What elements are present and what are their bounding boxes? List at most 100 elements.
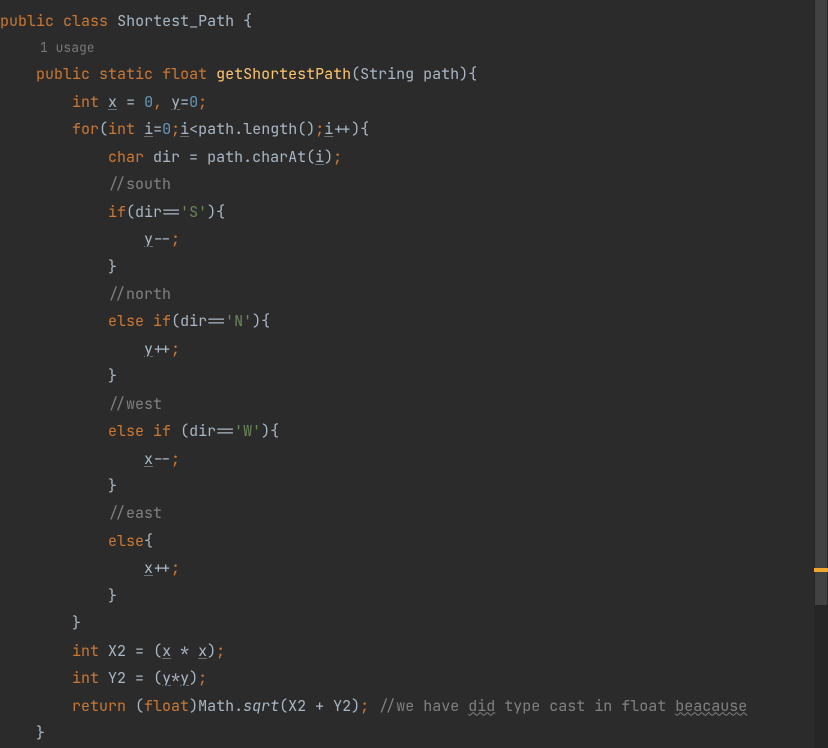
code-line[interactable]: else if (dir=='W'){ [0,418,828,445]
keyword-static: static [99,64,153,84]
code-line[interactable]: } [0,363,828,390]
dot: . [234,119,243,139]
code-line[interactable]: x--; [0,446,828,473]
keyword-int: int [108,119,135,139]
brace: } [108,366,117,386]
char-literal-s: 'S' [180,202,207,222]
paren: ( [279,696,288,716]
code-line[interactable]: if(dir=='S'){ [0,199,828,226]
keyword-else: else [108,311,144,331]
class-name: Shortest_Path [117,11,234,31]
code-line[interactable]: //north [0,281,828,308]
variable-i: i [315,147,324,167]
scrollbar-track[interactable] [814,0,828,748]
variable-x2: X2 [99,641,135,661]
code-line[interactable]: //south [0,171,828,198]
paren: ) [351,696,360,716]
increment: ++ [153,339,171,359]
code-line[interactable]: return (float)Math.sqrt(X2 + Y2); //we h… [0,693,828,720]
dot: . [234,696,243,716]
code-line[interactable]: x++; [0,555,828,582]
paren: ( [351,64,360,84]
brace: { [270,421,279,441]
paren: ( [171,421,189,441]
comment-text: //we have [378,696,468,716]
keyword-public: public [36,64,90,84]
path-var: path [198,119,234,139]
semicolon: ; [171,229,180,249]
multiply: * [171,668,180,688]
keyword-if: if [153,311,171,331]
brace: } [36,723,45,743]
paren: ( [126,696,144,716]
paren: ( [153,641,162,661]
method-sqrt: sqrt [243,696,279,716]
paren: ) [189,668,198,688]
brace: } [108,586,117,606]
equals: = [135,641,153,661]
brace: } [72,613,81,633]
method-name: getShortestPath [216,64,351,84]
decrement: -- [153,229,171,249]
scrollbar-thumb[interactable] [815,0,827,605]
keyword-class: class [63,11,108,31]
code-line[interactable]: char dir = path.charAt(i); [0,144,828,171]
equals-equals: == [207,311,225,331]
equals-equals: == [162,202,180,222]
path-var: path [207,147,243,167]
code-line[interactable]: } [0,254,828,281]
semicolon: ; [171,119,180,139]
variable-y: y [144,339,153,359]
brace: { [468,64,477,84]
paren: ) [189,696,198,716]
keyword-int: int [72,641,99,661]
code-line[interactable]: int Y2 = (y*y); [0,665,828,692]
code-line[interactable]: int x = 0, y=0; [0,89,828,116]
brace: { [234,11,252,31]
paren: ( [126,202,135,222]
code-line[interactable]: } [0,583,828,610]
keyword-float: float [144,696,189,716]
code-line[interactable]: else{ [0,528,828,555]
equals: = [189,147,207,167]
keyword-return: return [72,696,126,716]
code-line[interactable]: y--; [0,226,828,253]
code-line[interactable]: } [0,720,828,747]
variable-x: x [144,558,153,578]
code-line[interactable]: public class Shortest_Path { [0,8,828,35]
increment: ++ [333,119,351,139]
code-line[interactable]: } [0,473,828,500]
math-class: Math [198,696,234,716]
variable-x: x [198,641,207,661]
paren: ) [459,64,468,84]
char-literal-n: 'N' [225,311,252,331]
paren: ) [207,202,216,222]
code-line[interactable]: public static float getShortestPath(Stri… [0,61,828,88]
equals: = [117,92,144,112]
code-line[interactable]: //east [0,500,828,527]
paren: ( [99,119,108,139]
code-line[interactable]: y++; [0,336,828,363]
code-line[interactable]: } [0,610,828,637]
variable-y: y [171,92,180,112]
usage-hint[interactable]: 1 usage [0,35,828,61]
variable-dir: dir [135,202,162,222]
warning-marker[interactable] [814,568,828,572]
code-line[interactable]: int X2 = (x * x); [0,638,828,665]
code-line[interactable]: for(int i=0;i<path.length();i++){ [0,116,828,143]
brace: } [108,257,117,277]
code-line[interactable]: //west [0,391,828,418]
param-type: String [360,64,423,84]
keyword-for: for [72,119,99,139]
variable-x: x [162,641,171,661]
variable-y: y [162,668,171,688]
brace: { [216,202,225,222]
decrement: -- [153,449,171,469]
brace: { [261,311,270,331]
code-editor[interactable]: public class Shortest_Path { 1 usage pub… [0,0,828,748]
keyword-if: if [108,202,126,222]
paren: ( [153,668,162,688]
paren: ) [261,421,270,441]
code-line[interactable]: else if(dir=='N'){ [0,308,828,335]
equals: = [153,119,162,139]
